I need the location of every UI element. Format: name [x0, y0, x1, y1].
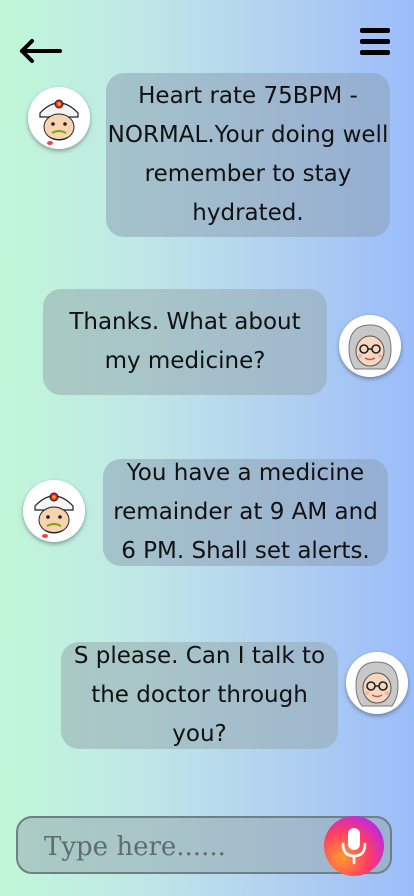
mic-button[interactable]	[324, 816, 384, 876]
doctor-avatar	[23, 480, 85, 542]
back-arrow-icon	[20, 39, 62, 63]
microphone-icon	[341, 828, 367, 865]
menu-button[interactable]	[358, 26, 392, 58]
hamburger-menu-icon	[360, 28, 390, 55]
message-text: Heart rate 75BPM - NORMAL.Your doing wel…	[107, 83, 389, 226]
chat-bubble-bot: You have a medicine remainder at 9 AM an…	[103, 459, 388, 566]
back-button[interactable]	[18, 36, 64, 66]
message-input[interactable]	[42, 828, 326, 866]
chat-bubble-user: S please. Can I talk to the doctor throu…	[61, 642, 338, 749]
chat-bubble-user: Thanks. What about my medicine?	[43, 289, 327, 395]
chat-bubble-bot: Heart rate 75BPM - NORMAL.Your doing wel…	[106, 73, 390, 237]
message-text: You have a medicine remainder at 9 AM an…	[113, 460, 378, 564]
message-text: S please. Can I talk to the doctor throu…	[73, 643, 326, 747]
doctor-avatar	[28, 87, 90, 149]
grandma-avatar	[339, 315, 401, 377]
message-composer	[16, 816, 392, 876]
grandma-avatar	[346, 652, 408, 714]
message-text: Thanks. What about my medicine?	[69, 309, 301, 374]
